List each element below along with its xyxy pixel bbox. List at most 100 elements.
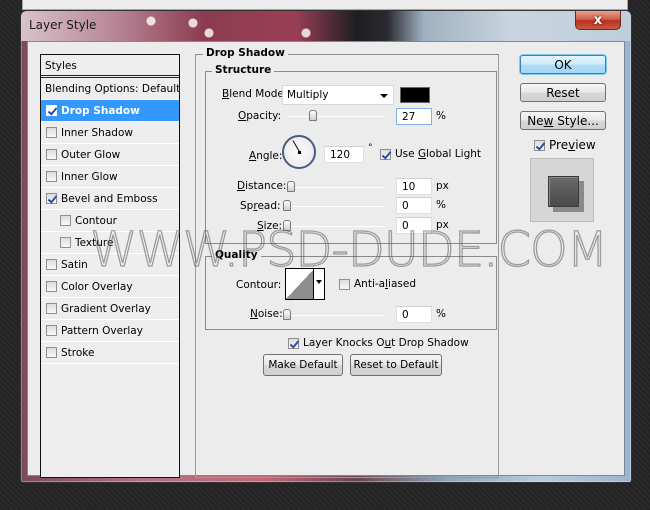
quality-title: Quality (212, 249, 261, 261)
style-item-label: Drop Shadow (61, 104, 140, 117)
spread-label: Spread: (240, 200, 281, 212)
style-preview-thumbnail (530, 158, 594, 222)
anti-aliased-checkbox[interactable]: Anti-aliased (339, 278, 416, 290)
checkbox-icon[interactable] (46, 193, 57, 204)
reset-to-default-button[interactable]: Reset to Default (350, 354, 442, 376)
style-item-label: Bevel and Emboss (61, 192, 158, 205)
checkbox-icon (534, 139, 545, 151)
noise-slider-thumb[interactable] (283, 309, 291, 320)
spread-unit: % (436, 199, 446, 211)
style-item-label: Contour (75, 214, 117, 227)
style-item-drop-shadow[interactable]: Drop Shadow (41, 100, 179, 122)
style-item-label: Stroke (61, 346, 95, 359)
style-item-label: Outer Glow (61, 148, 121, 161)
new-style-label: New Style... (527, 113, 599, 128)
checkbox-icon[interactable] (46, 303, 57, 314)
style-item-inner-glow[interactable]: Inner Glow (41, 166, 179, 188)
angle-input[interactable]: 120 (324, 146, 364, 163)
checkbox-icon (339, 278, 350, 290)
size-slider-thumb[interactable] (283, 220, 291, 231)
checkbox-icon[interactable] (46, 171, 57, 182)
style-item-pattern-overlay[interactable]: Pattern Overlay (41, 320, 179, 342)
style-item-color-overlay[interactable]: Color Overlay (41, 276, 179, 298)
close-button[interactable]: x (575, 11, 621, 30)
checkbox-icon[interactable] (46, 259, 57, 270)
drop-shadow-title: Drop Shadow (203, 47, 288, 59)
structure-title: Structure (212, 64, 275, 76)
spread-slider-thumb[interactable] (283, 200, 291, 211)
style-item-inner-shadow[interactable]: Inner Shadow (41, 122, 179, 144)
style-item-contour[interactable]: Contour (41, 210, 179, 232)
ok-button[interactable]: OK (520, 55, 606, 74)
spread-slider[interactable] (287, 206, 385, 207)
checkbox-icon[interactable] (46, 347, 57, 358)
degree-symbol: ° (368, 143, 373, 153)
blending-options-item[interactable]: Blending Options: Default (41, 78, 180, 100)
style-item-texture[interactable]: Texture (41, 232, 179, 254)
style-item-label: Inner Glow (61, 170, 118, 183)
distance-slider-thumb[interactable] (286, 181, 295, 192)
chevron-down-icon[interactable] (313, 269, 324, 299)
style-item-outer-glow[interactable]: Outer Glow (41, 144, 179, 166)
opacity-slider[interactable] (287, 116, 385, 117)
opacity-input[interactable]: 27 (396, 108, 432, 125)
checkbox-icon (288, 337, 299, 349)
noise-unit: % (436, 308, 446, 320)
distance-slider[interactable] (287, 187, 385, 188)
preview-square (548, 176, 579, 207)
title-bar[interactable]: Layer Style x (21, 11, 631, 41)
background-window (22, 0, 628, 10)
style-item-satin[interactable]: Satin (41, 254, 179, 276)
contour-picker[interactable] (285, 268, 325, 300)
use-global-light-label: Use Global Light (395, 148, 482, 160)
style-item-bevel-and-emboss[interactable]: Bevel and Emboss (41, 188, 179, 210)
style-item-gradient-overlay[interactable]: Gradient Overlay (41, 298, 179, 320)
checkbox-icon[interactable] (60, 215, 71, 226)
noise-label: Noise: (250, 308, 283, 320)
layer-knocks-out-label: Layer Knocks Out Drop Shadow (303, 337, 469, 349)
checkbox-icon[interactable] (46, 127, 57, 138)
angle-dial[interactable] (282, 135, 316, 169)
checkbox-icon[interactable] (46, 105, 57, 116)
style-item-label: Inner Shadow (61, 126, 133, 139)
quality-group: Quality (205, 249, 497, 330)
styles-header[interactable]: Styles (41, 55, 179, 78)
noise-slider[interactable] (287, 315, 385, 316)
layer-knocks-out-checkbox[interactable]: Layer Knocks Out Drop Shadow (288, 337, 469, 349)
distance-label: Distance: (237, 180, 287, 192)
blend-mode-label: Blend Mode: (222, 88, 288, 100)
size-input[interactable]: 0 (396, 217, 432, 234)
shadow-color-swatch[interactable] (400, 87, 430, 103)
style-item-label: Satin (61, 258, 88, 271)
checkbox-icon[interactable] (60, 237, 71, 248)
make-default-button[interactable]: Make Default (263, 354, 343, 376)
opacity-slider-thumb[interactable] (309, 110, 318, 121)
preview-label: Preview (549, 138, 596, 152)
checkbox-icon[interactable] (46, 325, 57, 336)
new-style-button[interactable]: New Style... (520, 111, 606, 130)
size-slider[interactable] (287, 226, 385, 227)
style-item-label: Color Overlay (61, 280, 133, 293)
spread-input[interactable]: 0 (396, 197, 432, 214)
angle-label: Angle: (249, 150, 283, 162)
opacity-unit: % (436, 110, 446, 122)
distance-input[interactable]: 10 (396, 178, 432, 195)
style-item-stroke[interactable]: Stroke (41, 342, 179, 364)
checkbox-icon[interactable] (46, 149, 57, 160)
angle-center (298, 151, 301, 154)
checkbox-icon[interactable] (46, 281, 57, 292)
distance-unit: px (436, 180, 449, 192)
use-global-light-checkbox[interactable]: Use Global Light (380, 148, 481, 160)
contour-curve-icon (286, 269, 314, 299)
layer-style-dialog: Layer Style x Styles Blending Options: D… (20, 10, 632, 483)
dialog-body: Styles Blending Options: Default Drop Sh… (27, 41, 625, 478)
preview-checkbox[interactable]: Preview (534, 138, 596, 152)
noise-input[interactable]: 0 (396, 306, 432, 323)
close-icon: x (593, 12, 603, 28)
reset-button[interactable]: Reset (520, 83, 606, 102)
contour-label: Contour: (236, 279, 282, 291)
size-label: Size: (257, 220, 283, 232)
blend-mode-select[interactable]: Multiply (282, 85, 394, 105)
style-item-label: Gradient Overlay (61, 302, 151, 315)
blend-mode-value: Multiply (287, 89, 329, 101)
